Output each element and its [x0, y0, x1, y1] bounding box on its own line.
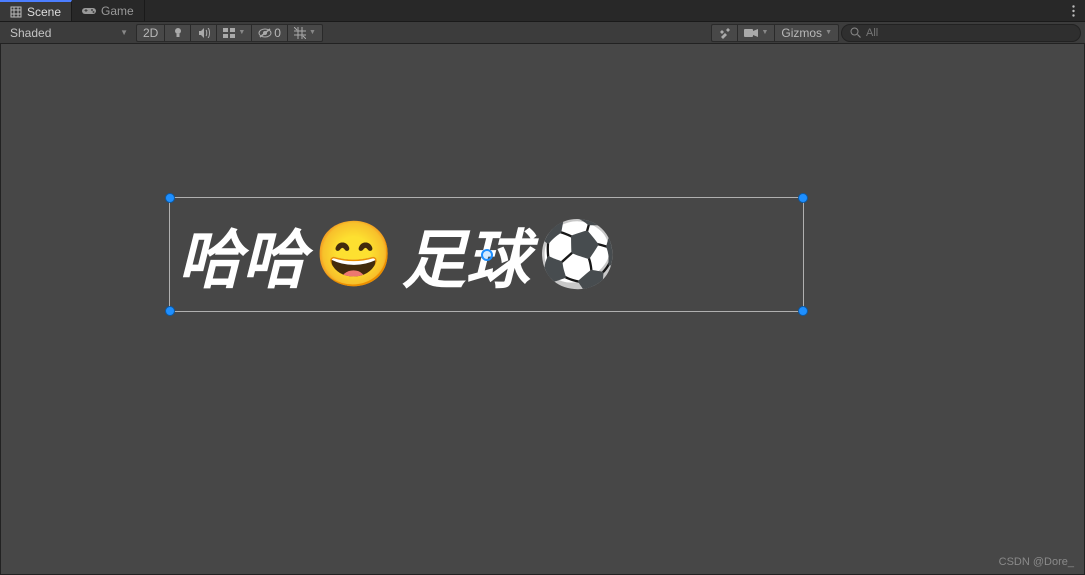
text-part1: 哈哈	[178, 209, 306, 301]
tab-bar: Scene Game	[0, 0, 1085, 22]
tab-scene[interactable]: Scene	[0, 0, 72, 21]
tools-icon	[719, 27, 731, 39]
audio-icon	[198, 28, 210, 38]
grid-icon	[294, 27, 306, 39]
resize-handle-bottom-left[interactable]	[165, 306, 175, 316]
search-icon	[850, 27, 861, 38]
game-icon	[82, 6, 96, 16]
camera-icon	[744, 28, 758, 38]
tab-scene-label: Scene	[27, 5, 61, 19]
view-2d-toggle[interactable]: 2D	[136, 24, 164, 42]
tab-game[interactable]: Game	[72, 0, 145, 21]
gizmos-label: Gizmos	[781, 26, 822, 40]
smile-emoji: 😄	[314, 217, 394, 292]
audio-toggle[interactable]	[190, 24, 216, 42]
shading-mode-dropdown[interactable]: Shaded ▼	[4, 24, 134, 42]
resize-handle-bottom-right[interactable]	[798, 306, 808, 316]
hidden-objects-button[interactable]: 0	[251, 24, 287, 42]
lighting-toggle[interactable]	[164, 24, 190, 42]
grid-dropdown[interactable]: ▼	[287, 24, 323, 42]
resize-handle-top-right[interactable]	[798, 193, 808, 203]
search-field[interactable]	[841, 24, 1081, 42]
effects-dropdown[interactable]: ▼	[216, 24, 251, 42]
visibility-off-icon	[258, 28, 272, 38]
scene-icon	[10, 6, 22, 18]
tab-options-button[interactable]	[1061, 0, 1085, 21]
gizmos-dropdown[interactable]: Gizmos ▼	[774, 24, 839, 42]
hidden-count: 0	[274, 26, 281, 40]
search-input[interactable]	[866, 27, 1072, 39]
watermark-text: CSDN @Dore_	[999, 556, 1074, 568]
text-part2: 足球	[402, 209, 530, 301]
resize-handle-top-left[interactable]	[165, 193, 175, 203]
chevron-down-icon: ▼	[825, 29, 832, 36]
soccer-emoji: ⚽	[538, 217, 618, 292]
effects-icon	[223, 28, 235, 38]
chevron-down-icon: ▼	[309, 29, 316, 36]
tools-button[interactable]	[711, 24, 737, 42]
tab-game-label: Game	[101, 4, 134, 18]
scene-viewport[interactable]: 哈哈 😄 足球 ⚽ CSDN @Dore_	[0, 44, 1085, 575]
scene-toolbar: Shaded ▼ 2D ▼ 0	[0, 22, 1085, 44]
camera-dropdown[interactable]: ▼	[737, 24, 774, 42]
lightbulb-icon	[173, 27, 183, 39]
pivot-handle[interactable]	[481, 249, 493, 261]
chevron-down-icon: ▼	[238, 29, 245, 36]
chevron-down-icon: ▼	[120, 28, 128, 37]
shading-mode-label: Shaded	[10, 26, 51, 40]
rect-transform-selection[interactable]: 哈哈 😄 足球 ⚽	[169, 197, 804, 312]
chevron-down-icon: ▼	[761, 29, 768, 36]
